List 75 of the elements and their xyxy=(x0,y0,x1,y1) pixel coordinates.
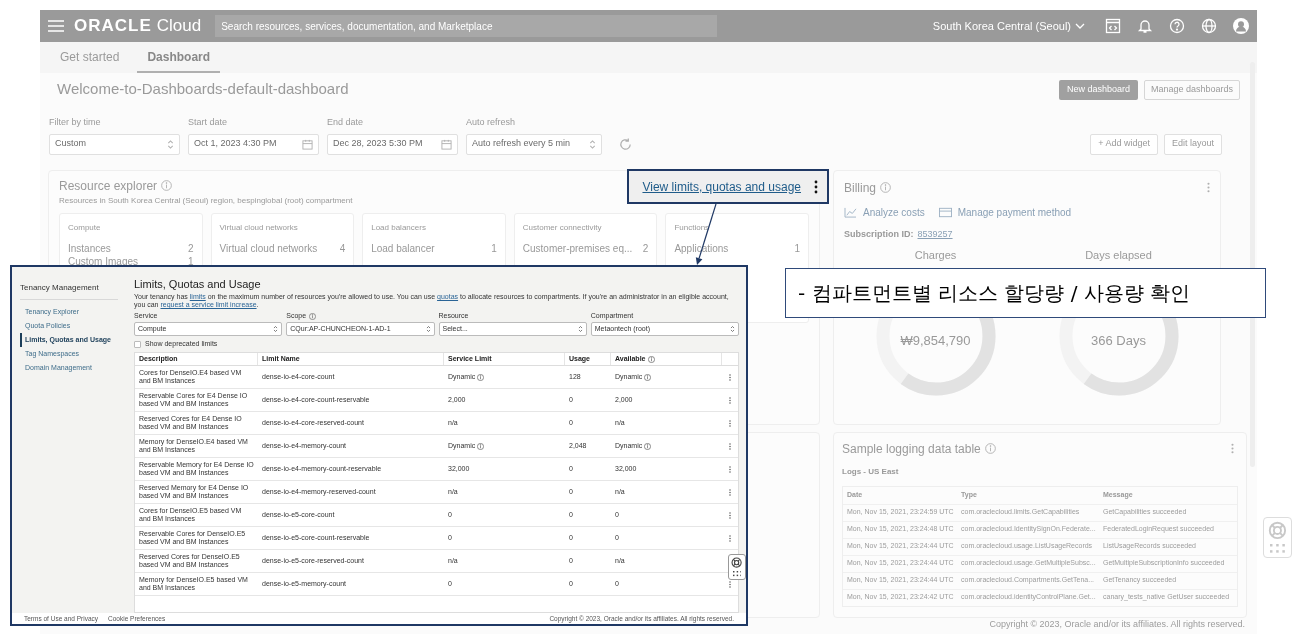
menu-icon[interactable] xyxy=(48,20,64,32)
resource-count: 1 xyxy=(794,241,800,254)
select-field[interactable]: Custom xyxy=(49,133,180,155)
caret-icon xyxy=(1075,23,1085,29)
lifebuoy-icon xyxy=(731,557,743,569)
limits-link[interactable]: View limits, quotas and usage xyxy=(642,177,801,196)
card-subtitle: Resources in South Korea Central (Seoul) region, bespinglobal (root) compartment xyxy=(59,194,354,207)
info-icon[interactable] xyxy=(309,313,317,320)
edit-layout-button[interactable]: Edit layout xyxy=(1163,133,1222,155)
globe-icon[interactable] xyxy=(1201,18,1217,34)
gauge-title: Days elapsed xyxy=(1085,248,1152,263)
calendar-icon xyxy=(441,138,452,150)
select-field[interactable]: Auto refresh every 5 min xyxy=(466,133,602,155)
card-title: Sample logging data table xyxy=(842,440,981,458)
product-name: Cloud xyxy=(156,15,202,38)
dashboard-title: Welcome-to-Dashboards-default-dashboard xyxy=(57,79,349,100)
resource-name: Customer-premises eq... xyxy=(522,241,633,254)
resource-count: 4 xyxy=(339,241,346,254)
info-icon[interactable] xyxy=(477,442,485,450)
table-title: Logs - US East xyxy=(842,465,900,478)
tab[interactable]: Dashboard xyxy=(137,42,221,73)
info-icon[interactable] xyxy=(644,442,652,450)
info-icon[interactable] xyxy=(477,373,485,381)
info-icon[interactable] xyxy=(644,373,652,381)
help-widget[interactable] xyxy=(728,554,746,580)
field-label: Filter by time xyxy=(49,116,102,129)
help-icon[interactable] xyxy=(1169,18,1185,34)
date-field[interactable]: Oct 1, 2023 4:30 PM xyxy=(188,133,319,155)
gauge-title: Charges xyxy=(914,248,957,263)
lifebuoy-icon xyxy=(1268,521,1287,540)
info-icon[interactable] xyxy=(161,180,173,191)
search-field[interactable]: Search resources, services, documentation, and Marketplace xyxy=(215,15,718,37)
chevron-icon xyxy=(273,325,279,333)
gauge-reading: ₩9,854,790 xyxy=(900,331,971,350)
resource-name: Instances xyxy=(68,241,111,254)
info-icon[interactable] xyxy=(648,355,656,363)
resource-count: 2 xyxy=(188,241,194,254)
refresh-icon[interactable] xyxy=(618,136,633,152)
logo-text: ORACLE xyxy=(74,15,152,38)
subscription-label: Subscription ID: xyxy=(844,227,914,241)
gauge-reading: 366 Days xyxy=(1091,331,1146,350)
info-icon[interactable] xyxy=(880,182,891,193)
chevron-icon xyxy=(730,325,735,333)
chevron-icon xyxy=(589,138,596,150)
code-editor-icon[interactable] xyxy=(1105,18,1121,34)
resource-count: 2 xyxy=(642,241,649,254)
checkbox[interactable] xyxy=(134,340,141,348)
field-label: Start date xyxy=(188,116,229,129)
more-options-icon[interactable] xyxy=(814,179,818,194)
user-avatar-icon[interactable] xyxy=(1233,18,1249,34)
bell-icon[interactable] xyxy=(1137,18,1153,34)
annotation-text: - 컴파트먼트별 리소스 할당량 / 사용량 확인 xyxy=(785,268,1266,318)
sidebar-title: Tenancy Management xyxy=(20,282,118,300)
resource-name: Load balancer xyxy=(371,241,435,254)
grid-dots-icon xyxy=(1270,544,1285,554)
card-title: Billing xyxy=(844,179,876,197)
field-label: Auto refresh xyxy=(466,116,517,129)
field-label: End date xyxy=(327,116,365,129)
resource-name: Custom Images xyxy=(68,254,139,267)
resource-count: 1 xyxy=(491,241,497,254)
chart-icon xyxy=(844,206,857,218)
resource-name: Virtual cloud networks xyxy=(219,241,318,254)
card-title: Resource explorer xyxy=(59,177,158,195)
date-field[interactable]: Dec 28, 2023 5:30 PM xyxy=(327,133,458,155)
chevron-icon xyxy=(167,138,174,150)
credit-card-icon xyxy=(938,206,952,218)
chevron-icon xyxy=(577,325,583,333)
resource-count: 1 xyxy=(188,254,194,267)
grid-dots-icon xyxy=(732,570,742,577)
page-title: Limits, Quotas and Usage xyxy=(134,278,262,291)
copyright-text: Copyright © 2023, Oracle and/or its affiliates. All rights reserved. xyxy=(989,617,1246,631)
calendar-icon xyxy=(302,138,313,150)
info-icon[interactable] xyxy=(984,443,996,454)
add-widget-button[interactable]: + Add widget xyxy=(1090,133,1158,155)
chevron-icon xyxy=(425,325,431,333)
